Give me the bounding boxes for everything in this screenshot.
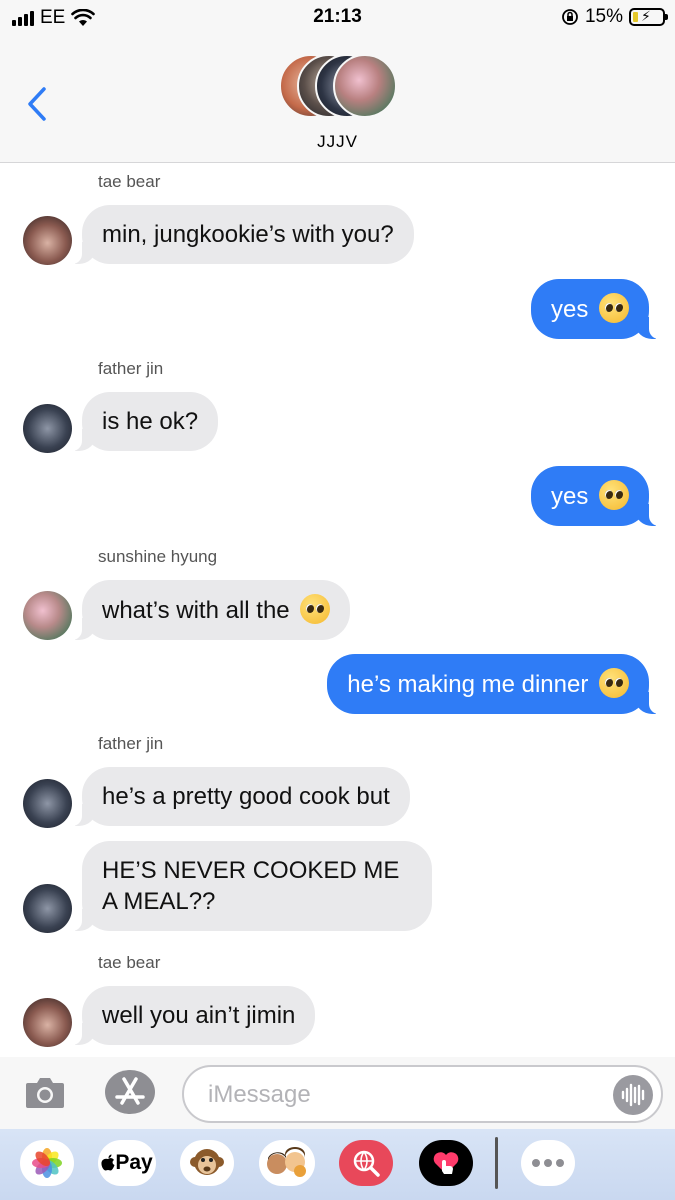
heart-touch-icon xyxy=(433,1152,459,1174)
pleading-face-emoji-icon xyxy=(599,293,629,323)
incoming-message[interactable]: he’s a pretty good cook but xyxy=(72,767,410,826)
avatar[interactable] xyxy=(23,591,72,640)
message-text-line-1: HE’S NEVER COOKED ME xyxy=(102,857,400,884)
sender-name: tae bear xyxy=(98,953,161,972)
message-text: he’s a pretty good cook but xyxy=(102,783,390,810)
avatar[interactable] xyxy=(23,216,72,265)
incoming-message[interactable]: what’s with all the xyxy=(71,580,351,640)
message-text: what’s with all the xyxy=(102,597,290,624)
apple-logo-icon xyxy=(101,1154,115,1171)
conversation-header: JJJV xyxy=(0,36,675,163)
message-text: min, jungkookie’s with you? xyxy=(102,221,394,248)
sender-name: tae bear xyxy=(98,172,161,191)
images-search-button[interactable] xyxy=(339,1140,393,1186)
incoming-message[interactable]: min, jungkookie’s with you? xyxy=(72,205,414,264)
imessage-app-drawer: Pay xyxy=(0,1129,675,1200)
app-store-icon[interactable] xyxy=(104,1069,156,1115)
sender-name: father jin xyxy=(98,734,164,753)
battery-icon: ⚡ xyxy=(629,8,668,26)
sender-name: father jin xyxy=(98,359,164,378)
animoji-button[interactable] xyxy=(180,1140,234,1186)
message-field[interactable] xyxy=(182,1065,663,1123)
pleading-face-emoji-icon xyxy=(599,480,629,510)
battery-percent: 15% xyxy=(584,6,623,27)
globe-search-icon xyxy=(353,1150,380,1177)
incoming-message[interactable]: HE’S NEVER COOKED ME A MEAL?? xyxy=(72,841,432,931)
apple-pay-button[interactable]: Pay xyxy=(98,1140,156,1186)
drawer-divider xyxy=(495,1137,498,1189)
incoming-message[interactable]: is he ok? xyxy=(71,392,219,451)
message-text: well you ain’t jimin xyxy=(102,1002,296,1029)
memoji-stickers-button[interactable] xyxy=(259,1140,315,1186)
message-text: yes xyxy=(550,483,589,510)
avatar[interactable] xyxy=(23,884,72,933)
more-apps-button[interactable] xyxy=(521,1140,575,1186)
camera-icon[interactable] xyxy=(24,1074,66,1110)
monkey-animoji-icon xyxy=(190,1149,224,1175)
message-text: is he ok? xyxy=(102,408,199,435)
outgoing-message[interactable]: yes xyxy=(530,466,660,526)
photos-icon xyxy=(32,1148,62,1178)
avatar[interactable] xyxy=(23,404,72,453)
digital-touch-button[interactable] xyxy=(419,1140,473,1186)
group-avatar-stack[interactable] xyxy=(279,54,399,122)
incoming-message[interactable]: well you ain’t jimin xyxy=(71,986,316,1045)
compose-bar xyxy=(0,1057,675,1129)
pleading-face-emoji-icon xyxy=(599,668,629,698)
avatar[interactable] xyxy=(23,779,72,828)
status-bar: EE 21:13 15% ⚡ xyxy=(0,0,675,36)
avatar xyxy=(333,54,397,118)
pay-label: Pay xyxy=(115,1151,153,1174)
outgoing-message[interactable]: yes xyxy=(530,279,660,339)
audio-message-button[interactable] xyxy=(613,1075,653,1115)
waveform-icon xyxy=(621,1083,645,1107)
message-text: yes xyxy=(550,296,589,323)
sender-name: sunshine hyung xyxy=(98,547,218,566)
outgoing-message[interactable]: he’s making me dinner xyxy=(327,654,659,714)
avatar[interactable] xyxy=(23,998,72,1047)
orientation-lock-icon xyxy=(562,9,578,25)
group-name[interactable]: JJJV xyxy=(0,132,675,152)
message-text: he’s making me dinner xyxy=(347,671,589,698)
back-chevron-icon[interactable] xyxy=(22,86,52,122)
ellipsis-icon xyxy=(532,1159,564,1167)
message-input[interactable] xyxy=(208,1079,588,1111)
status-right: 15% ⚡ xyxy=(561,6,668,28)
memoji-icon xyxy=(267,1147,306,1177)
pleading-face-emoji-icon xyxy=(300,594,331,624)
photos-app-button[interactable] xyxy=(20,1140,74,1186)
message-text-line-2: A MEAL?? xyxy=(102,888,216,915)
